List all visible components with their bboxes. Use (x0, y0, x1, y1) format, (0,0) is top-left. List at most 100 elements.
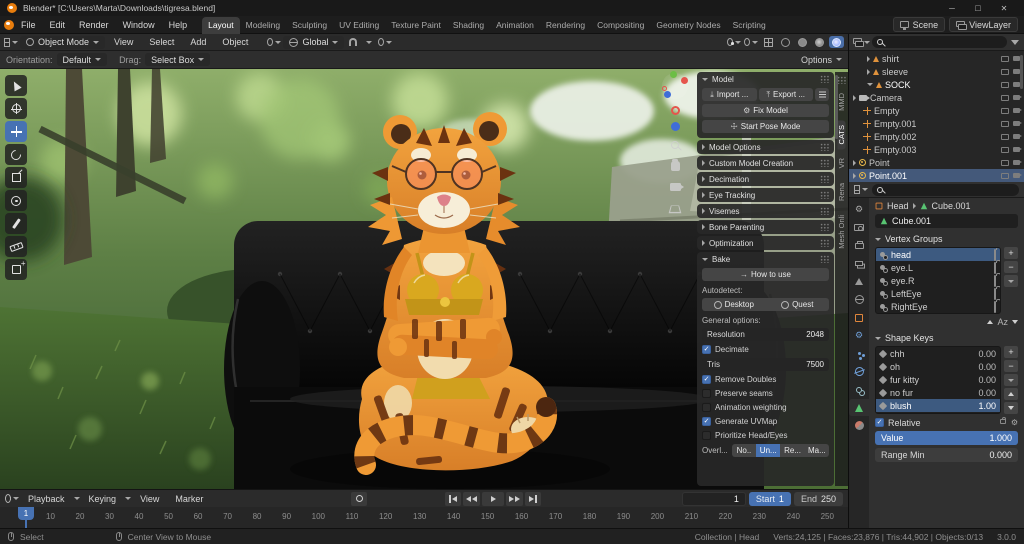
bake-desktop-button[interactable]: Desktop (702, 298, 766, 311)
tool-annotate[interactable] (5, 213, 27, 234)
visibility-icon[interactable] (1001, 120, 1009, 127)
how-to-use-button[interactable]: → How to use (702, 268, 829, 281)
visibility-icon[interactable] (1001, 133, 1009, 140)
tool-measure[interactable] (5, 236, 27, 257)
tab-viewlayer-properties[interactable] (849, 255, 869, 272)
visibility-icon[interactable] (1001, 172, 1009, 179)
overlap-option-1[interactable]: No.. (731, 444, 757, 457)
move-shape-key-up-button[interactable] (1004, 388, 1018, 400)
tool-add-cube[interactable] (5, 259, 27, 280)
visibility-icon[interactable] (1001, 146, 1009, 153)
render-visibility-icon[interactable] (1013, 95, 1022, 100)
render-visibility-icon[interactable] (1013, 147, 1022, 152)
visibility-icon[interactable] (1001, 94, 1009, 101)
lock-icon[interactable] (994, 261, 996, 274)
tab-object-data-properties[interactable] (849, 399, 869, 416)
lock-icon[interactable] (994, 287, 996, 300)
tab-sculpting[interactable]: Sculpting (286, 17, 333, 34)
play-button[interactable] (482, 491, 505, 506)
animation-weighting-checkbox[interactable]: Animation weighting (702, 402, 829, 413)
tab-animation[interactable]: Animation (490, 17, 540, 34)
tab-shading[interactable]: Shading (447, 17, 490, 34)
tab-physics-properties[interactable] (849, 363, 869, 380)
sidebar-scrollbar[interactable] (835, 75, 838, 139)
orientation-dropdown[interactable]: Global (283, 35, 345, 49)
menu-window[interactable]: Window (116, 18, 162, 32)
tab-rendering[interactable]: Rendering (540, 17, 591, 34)
sidebar-tab-cats[interactable]: CATS (837, 119, 846, 150)
cats-model-panel-header[interactable]: Model (697, 72, 834, 86)
fix-model-button[interactable]: ⚙ Fix Model (702, 104, 829, 117)
show-overlays-button[interactable] (744, 36, 758, 49)
tab-layout[interactable]: Layout (202, 16, 240, 34)
vgroup-row-righteye[interactable]: RightEye (876, 300, 1000, 313)
lock-icon[interactable] (994, 300, 996, 313)
gizmo-axis-z-icon[interactable] (664, 91, 671, 98)
tab-tool-properties[interactable]: ⚙ (849, 201, 869, 218)
menu-render[interactable]: Render (72, 18, 116, 32)
tab-texture-paint[interactable]: Texture Paint (385, 17, 447, 34)
range-min-field[interactable]: Range Min 0.000 (875, 448, 1018, 462)
outliner-search-input[interactable] (885, 37, 1002, 47)
vgroup-row-eye-r[interactable]: eye.R (876, 274, 1000, 287)
axis-x-ball-icon[interactable] (670, 106, 680, 115)
import-model-button[interactable]: ⤓ Import ... (702, 88, 757, 101)
vgroup-row-head[interactable]: head (876, 248, 1000, 261)
sidebar-tab-mesh-onli[interactable]: Mesh Onli (837, 210, 846, 254)
current-frame-field[interactable]: 1 (681, 491, 746, 506)
end-frame-field[interactable]: End 250 (793, 491, 843, 506)
pan-hand-icon[interactable] (667, 159, 683, 173)
snap-dropdown[interactable] (362, 36, 376, 49)
section-custom-model-creation[interactable]: Custom Model Creation (697, 156, 834, 170)
section-decimation[interactable]: Decimation (697, 172, 834, 186)
add-shape-key-button[interactable] (1004, 346, 1018, 358)
tool-transform[interactable] (5, 190, 27, 211)
render-visibility-icon[interactable] (1013, 82, 1022, 87)
menu-marker[interactable]: Marker (168, 492, 210, 506)
breadcrumb-object[interactable]: Head (887, 201, 909, 211)
add-vertex-group-button[interactable] (1004, 247, 1018, 259)
render-visibility-icon[interactable] (1013, 173, 1022, 178)
outliner-row-empty-002[interactable]: Empty.002 (849, 130, 1024, 143)
menu-select[interactable]: Select (142, 35, 181, 49)
import-menu-button[interactable] (815, 88, 829, 101)
menu-file[interactable]: File (14, 18, 43, 32)
sort-label[interactable]: Az (997, 317, 1008, 327)
gizmo-axis-xneg-icon[interactable] (662, 86, 667, 91)
sidebar-tabs-grip-icon[interactable] (837, 76, 846, 84)
outliner-scrollbar[interactable] (1020, 55, 1023, 89)
visibility-icon[interactable] (1001, 107, 1009, 114)
perspective-toggle-icon[interactable] (667, 201, 683, 215)
shape-key-value-slider[interactable]: Value 1.000 (875, 431, 1018, 445)
section-eye-tracking[interactable]: Eye Tracking (697, 188, 834, 202)
axis-z-ball-icon[interactable] (670, 122, 680, 131)
render-visibility-icon[interactable] (1013, 69, 1022, 74)
scene-selector[interactable]: Scene (892, 17, 946, 32)
jump-start-button[interactable] (445, 491, 462, 506)
render-visibility-icon[interactable] (1013, 56, 1022, 61)
vertex-group-specials-button[interactable] (1004, 275, 1018, 287)
preserve-seams-checkbox[interactable]: Preserve seams (702, 388, 829, 399)
outliner-row-empty-001[interactable]: Empty.001 (849, 117, 1024, 130)
shape-key-specials-button[interactable] (1004, 374, 1018, 386)
sidebar-tab-vr[interactable]: VR (837, 153, 846, 173)
sidebar-tab-mmd[interactable]: MMD (837, 88, 846, 116)
prev-keyframe-button[interactable] (463, 491, 481, 506)
tab-scripting[interactable]: Scripting (727, 17, 772, 34)
shading-solid-button[interactable] (795, 36, 809, 49)
shapekey-row-chh[interactable]: chh 0.00 (876, 347, 1000, 360)
playhead[interactable]: 1 (18, 507, 34, 529)
shape-key-edit-icon[interactable]: ⚙ (1011, 418, 1018, 427)
camera-view-icon[interactable] (667, 180, 684, 194)
shape-keys-section[interactable]: Shape Keys (875, 333, 1018, 343)
pin-icon[interactable] (999, 416, 1007, 424)
shapekey-row-no-fur[interactable]: no fur 0.00 (876, 386, 1000, 399)
navigation-gizmo[interactable] (662, 71, 688, 99)
tab-render-properties[interactable] (849, 219, 869, 236)
options-dropdown[interactable]: Options (801, 55, 832, 65)
properties-editor-icon[interactable] (854, 183, 868, 196)
maximize-button[interactable] (965, 0, 991, 16)
zoom-icon[interactable] (667, 138, 683, 152)
viewlayer-selector[interactable]: ViewLayer (949, 17, 1018, 32)
tab-material-properties[interactable] (849, 417, 869, 434)
